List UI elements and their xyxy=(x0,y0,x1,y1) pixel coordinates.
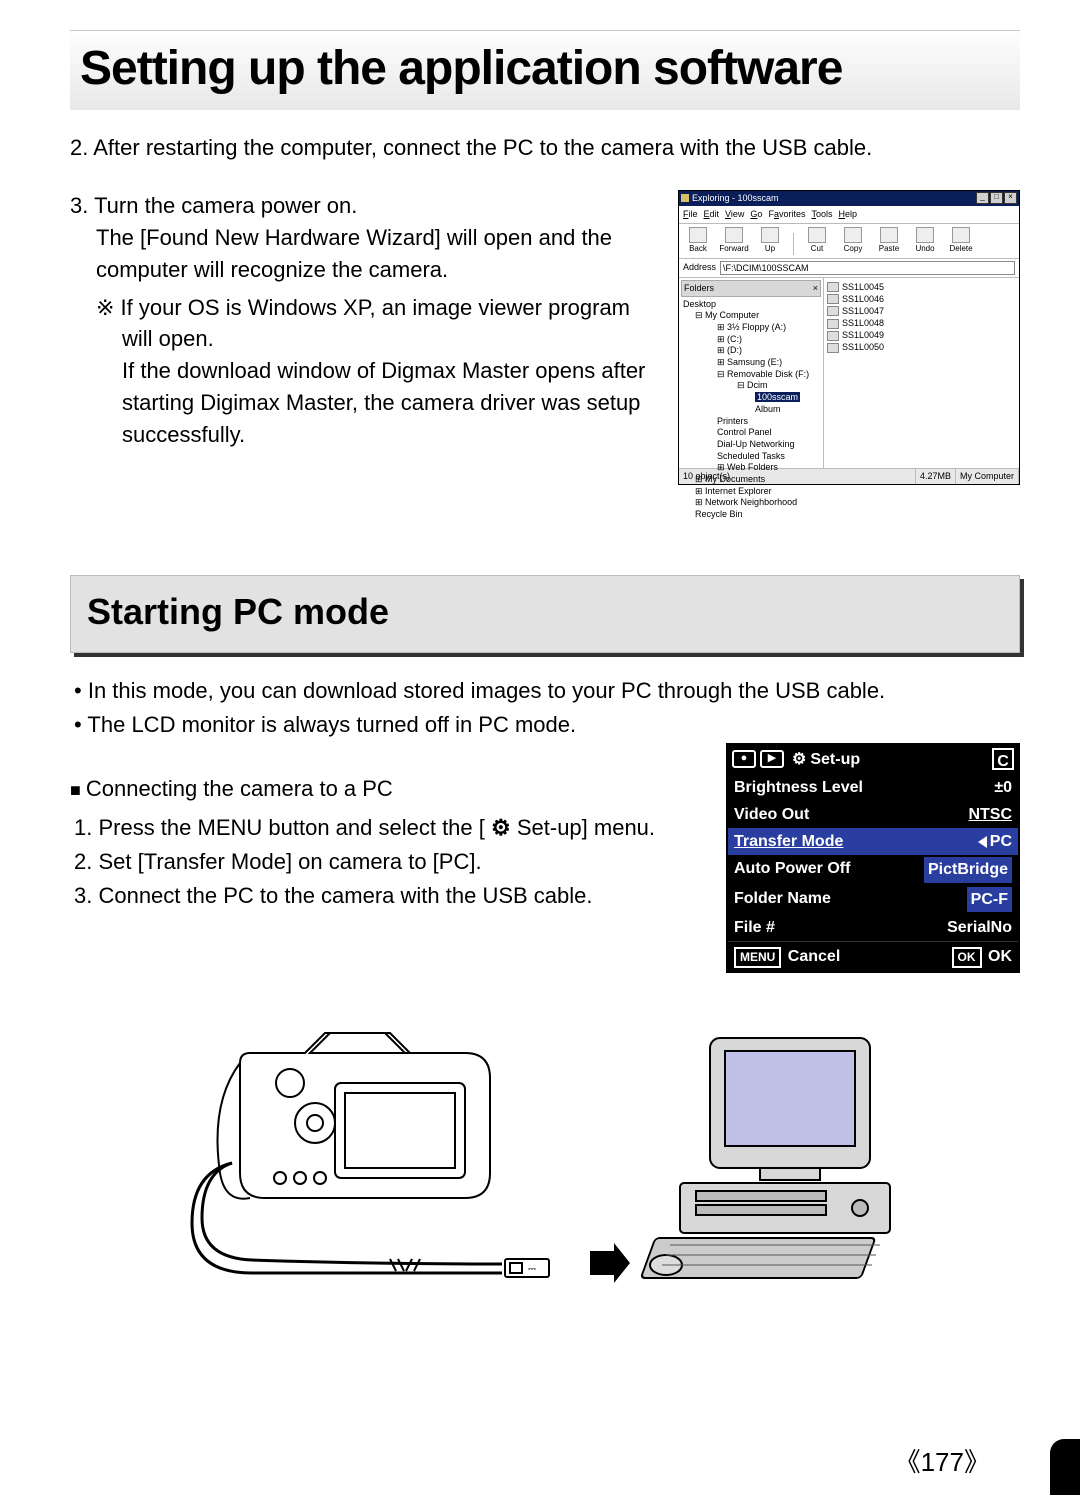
tb-paste[interactable]: Paste xyxy=(876,227,902,255)
step-3-line2: The [Found New Hardware Wizard] will ope… xyxy=(70,222,660,286)
setup-icon: ⚙ xyxy=(491,815,511,840)
note-line1: If your OS is Windows XP, an image viewe… xyxy=(122,292,660,356)
lcd-row-selected: Transfer ModePC xyxy=(728,828,1018,855)
menu-help[interactable]: Help xyxy=(838,208,857,221)
lcd-badge: C xyxy=(992,748,1014,770)
menu-edit[interactable]: Edit xyxy=(704,208,720,221)
connecting-block: Connecting the camera to a PC 1. Press t… xyxy=(70,743,1020,974)
menu-favorites[interactable]: Favorites xyxy=(768,208,805,221)
minimize-button[interactable]: _ xyxy=(976,192,989,204)
address-field[interactable]: \F:\DCIM\100SSCAM xyxy=(720,261,1015,275)
pc-drawing xyxy=(640,1033,930,1283)
status-objects: 10 object(s) xyxy=(679,469,916,484)
file-item: SS1L0045 xyxy=(827,281,1016,293)
tb-forward[interactable]: Forward xyxy=(721,227,747,255)
manual-page: Setting up the application software 2. A… xyxy=(0,0,1080,1507)
page-title-bar: Setting up the application software xyxy=(70,30,1020,110)
step-3-note: If your OS is Windows XP, an image viewe… xyxy=(70,292,660,451)
section-heading: Starting PC mode xyxy=(70,575,1020,653)
explorer-statusbar: 10 object(s) 4.27MB My Computer xyxy=(679,468,1019,484)
body-content: 2. After restarting the computer, connec… xyxy=(70,132,1020,1283)
page-number: 177 xyxy=(895,1442,990,1479)
tb-up[interactable]: Up xyxy=(757,227,783,255)
explorer-toolbar: Back Forward Up Cut Copy Paste Undo Dele… xyxy=(679,224,1019,259)
file-item: SS1L0046 xyxy=(827,293,1016,305)
tb-copy[interactable]: Copy xyxy=(840,227,866,255)
arrow-icon xyxy=(590,1243,630,1283)
step-2: 2. After restarting the computer, connec… xyxy=(70,132,1020,164)
tb-undo[interactable]: Undo xyxy=(912,227,938,255)
file-list-pane[interactable]: SS1L0045 SS1L0046 SS1L0047 SS1L0048 SS1L… xyxy=(824,278,1019,468)
folders-header: Folders xyxy=(684,282,714,295)
connection-illustration: ⎓ xyxy=(70,1023,1020,1283)
tb-delete[interactable]: Delete xyxy=(948,227,974,255)
file-item: SS1L0049 xyxy=(827,329,1016,341)
connect-step1: 1. Press the MENU button and select the … xyxy=(98,812,696,844)
connect-step3: 3. Connect the PC to the camera with the… xyxy=(98,880,696,912)
menu-tools[interactable]: Tools xyxy=(811,208,832,221)
lcd-title: Set-up xyxy=(810,748,992,771)
step-3-line1: 3. Turn the camera power on. xyxy=(70,190,660,222)
explorer-title: Exploring - 100sscam xyxy=(692,192,779,205)
left-arrow-icon xyxy=(978,836,987,848)
menu-view[interactable]: View xyxy=(725,208,744,221)
section-heading-text: Starting PC mode xyxy=(87,586,1003,638)
file-item: SS1L0050 xyxy=(827,341,1016,353)
explorer-screenshot: Exploring - 100sscam _ □ × File Edit Vie… xyxy=(678,190,1020,485)
thumb-tab xyxy=(1050,1439,1080,1495)
camera-drawing: ⎓ xyxy=(160,1023,580,1283)
sub-heading: Connecting the camera to a PC xyxy=(70,773,696,805)
address-label: Address xyxy=(683,261,716,274)
menu-file[interactable]: File xyxy=(683,208,698,221)
ok-button-icon: OK xyxy=(952,947,982,968)
menu-button-icon: MENU xyxy=(734,947,781,968)
status-location: My Computer xyxy=(956,469,1019,484)
tb-back[interactable]: Back xyxy=(685,227,711,255)
folder-tree-pane: Folders× Desktop ⊟ My Computer ⊞ 3½ Flop… xyxy=(679,278,824,468)
close-tree-icon[interactable]: × xyxy=(813,282,818,295)
maximize-button[interactable]: □ xyxy=(990,192,1003,204)
folder-tree[interactable]: Desktop ⊟ My Computer ⊞ 3½ Floppy (A:) ⊞… xyxy=(681,297,821,521)
camera-mode-icon: ● xyxy=(732,750,756,768)
status-size: 4.27MB xyxy=(916,469,956,484)
page-title: Setting up the application software xyxy=(80,41,1010,96)
lcd-menu[interactable]: Brightness Level±0 Video OutNTSC Transfe… xyxy=(728,774,1018,941)
bullet-1: In this mode, you can download stored im… xyxy=(88,675,1020,707)
camera-lcd: ● ▶ ⚙ Set-up C Brightness Level±0 Video … xyxy=(726,743,1020,974)
explorer-titlebar: Exploring - 100sscam _ □ × xyxy=(679,191,1019,206)
menu-go[interactable]: Go xyxy=(750,208,762,221)
svg-text:⎓: ⎓ xyxy=(528,1264,536,1275)
bullet-2: The LCD monitor is always turned off in … xyxy=(88,709,1020,741)
play-mode-icon: ▶ xyxy=(760,750,784,768)
folder-icon xyxy=(681,194,689,202)
file-item: SS1L0047 xyxy=(827,305,1016,317)
step-3-text: 3. Turn the camera power on. The [Found … xyxy=(70,190,660,451)
close-button[interactable]: × xyxy=(1004,192,1017,204)
explorer-menubar: File Edit View Go Favorites Tools Help xyxy=(679,206,1019,224)
explorer-panes: Folders× Desktop ⊟ My Computer ⊞ 3½ Flop… xyxy=(679,278,1019,468)
note-line2: If the download window of Digmax Master … xyxy=(122,355,660,451)
explorer-addressbar: Address \F:\DCIM\100SSCAM xyxy=(679,259,1019,278)
connect-step2: 2. Set [Transfer Mode] on camera to [PC]… xyxy=(98,846,696,878)
step-3: 3. Turn the camera power on. The [Found … xyxy=(70,190,1020,485)
tb-cut[interactable]: Cut xyxy=(804,227,830,255)
file-item: SS1L0048 xyxy=(827,317,1016,329)
setup-tab-icon: ⚙ xyxy=(792,748,806,771)
